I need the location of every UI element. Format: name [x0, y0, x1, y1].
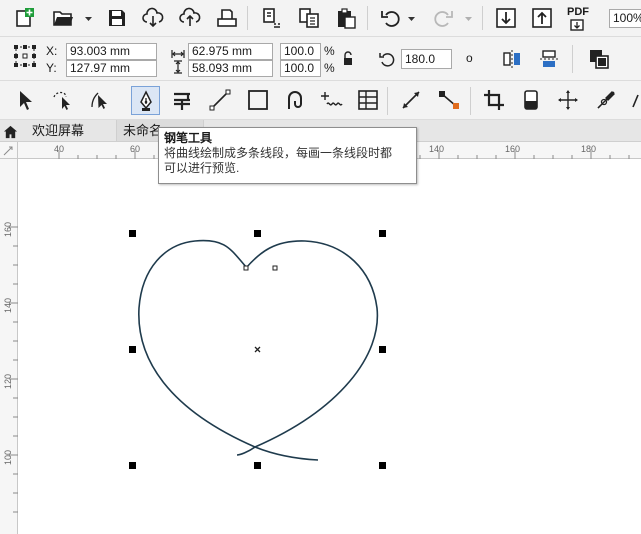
pen-tool-tooltip: 钢笔工具 将曲线绘制成多条线段，每画一条线段时都 可以进行预览.	[158, 127, 417, 184]
separator	[367, 6, 368, 30]
open-dropdown-icon[interactable]	[84, 14, 93, 23]
pdf-label: PDF	[567, 6, 589, 18]
ruler-corner[interactable]	[0, 142, 18, 159]
ruler-label-40: 40	[54, 144, 65, 154]
smart-drawing-tool-icon[interactable]	[319, 87, 345, 113]
mirror-vertical-icon[interactable]	[536, 46, 562, 72]
tab-welcome-screen[interactable]: 欢迎屏幕	[26, 120, 110, 141]
selection-handle-middle-right[interactable]	[379, 346, 386, 353]
redo-icon[interactable]	[430, 5, 456, 31]
selection-handle-bottom-center[interactable]	[254, 462, 261, 469]
group-objects-icon[interactable]	[586, 46, 612, 72]
import-icon[interactable]	[493, 5, 519, 31]
tooltip-title: 钢笔工具	[164, 131, 213, 145]
curve-node[interactable]	[272, 265, 278, 271]
rotation-icon	[379, 50, 397, 68]
upload-cloud-icon[interactable]	[177, 5, 203, 31]
paste-icon[interactable]	[333, 5, 359, 31]
eraser-tool-icon[interactable]	[518, 87, 544, 113]
height-icon	[173, 60, 183, 74]
knife-tool-icon[interactable]	[593, 87, 619, 113]
scale-x-field[interactable]: 100.0	[280, 43, 321, 60]
mirror-horizontal-icon[interactable]	[499, 46, 525, 72]
pen-tool-icon[interactable]	[131, 86, 160, 115]
copy-icon[interactable]	[296, 5, 322, 31]
pick-tool-icon[interactable]	[13, 87, 39, 113]
separator	[247, 6, 248, 30]
pdf-export-icon[interactable]: PDF	[565, 4, 591, 32]
connector-tool-icon[interactable]	[436, 87, 462, 113]
transform-tool-icon[interactable]	[555, 87, 581, 113]
undo-dropdown-icon[interactable]	[407, 14, 416, 23]
redo-dropdown-icon[interactable]	[464, 14, 473, 23]
x-label: X:	[46, 44, 58, 58]
crop-tool-icon[interactable]	[481, 87, 507, 113]
cut-icon[interactable]	[259, 5, 285, 31]
undo-icon[interactable]	[378, 5, 404, 31]
lock-ratio-icon[interactable]	[341, 51, 355, 67]
width-icon	[171, 46, 185, 58]
tab-document-label: 未命名	[123, 123, 163, 138]
ruler-label-v160: 160	[3, 221, 13, 237]
y-label: Y:	[46, 61, 57, 75]
ruler-label-v140: 140	[3, 297, 13, 313]
selection-handle-bottom-right[interactable]	[379, 462, 386, 469]
y-position-field[interactable]: 127.97 mm	[66, 60, 157, 77]
x-position-field[interactable]: 93.003 mm	[66, 43, 157, 60]
new-document-icon[interactable]	[12, 5, 38, 31]
tooltip-line-2: 可以进行预览.	[164, 161, 240, 175]
open-folder-icon[interactable]	[50, 5, 76, 31]
line-tool-icon[interactable]	[207, 87, 233, 113]
separator	[387, 87, 388, 115]
ruler-label-140: 140	[429, 144, 445, 154]
selection-handle-top-left[interactable]	[129, 230, 136, 237]
selection-handle-top-center[interactable]	[254, 230, 261, 237]
ruler-label-160: 160	[505, 144, 521, 154]
dimension-tool-icon[interactable]	[398, 87, 424, 113]
separator	[470, 87, 471, 115]
save-icon[interactable]	[104, 5, 130, 31]
ruler-label-60: 60	[130, 144, 141, 154]
scale-y-field[interactable]: 100.0	[280, 60, 321, 77]
property-bar: X: Y: 93.003 mm 127.97 mm 62.975 mm 58.0…	[0, 37, 641, 81]
vertical-ruler-ticks	[9, 226, 18, 513]
standard-toolbar: PDF 100%	[0, 0, 641, 37]
table-tool-icon[interactable]	[355, 87, 381, 113]
tab-welcome-label: 欢迎屏幕	[32, 123, 85, 138]
selection-handle-bottom-left[interactable]	[129, 462, 136, 469]
percent-x-label: %	[324, 44, 335, 58]
zoom-level-field[interactable]: 100%	[609, 9, 641, 28]
percent-y-label: %	[324, 61, 335, 75]
shape-tool-icon[interactable]	[87, 87, 113, 113]
object-width-field[interactable]: 62.975 mm	[188, 43, 273, 60]
print-icon[interactable]	[214, 5, 240, 31]
curve-node[interactable]	[243, 265, 249, 271]
separator	[482, 6, 483, 30]
ruler-label-180: 180	[581, 144, 597, 154]
degree-symbol: o	[466, 51, 473, 65]
vertical-ruler[interactable]: 160 140 120 100	[0, 142, 18, 534]
spiral-tool-icon[interactable]	[282, 87, 308, 113]
download-cloud-icon[interactable]	[140, 5, 166, 31]
separator	[572, 45, 573, 73]
selection-handle-top-right[interactable]	[379, 230, 386, 237]
toolbox	[0, 81, 641, 120]
ruler-label-v120: 120	[3, 373, 13, 389]
export-icon[interactable]	[529, 5, 555, 31]
freehand-pick-tool-icon[interactable]	[49, 87, 75, 113]
rotation-angle-field[interactable]: 180.0	[401, 49, 452, 69]
object-height-field[interactable]: 58.093 mm	[188, 60, 273, 77]
tooltip-line-1: 将曲线绘制成多条线段，每画一条线段时都	[164, 146, 393, 160]
toolbox-overflow-icon[interactable]	[630, 93, 641, 109]
home-icon[interactable]	[0, 121, 20, 141]
drawing-canvas[interactable]	[19, 160, 641, 534]
ruler-label-v100: 100	[3, 449, 13, 465]
reference-point-icon[interactable]	[13, 44, 37, 68]
selection-handle-middle-left[interactable]	[129, 346, 136, 353]
rectangle-tool-icon[interactable]	[245, 87, 271, 113]
text-tool-icon[interactable]	[169, 87, 195, 113]
